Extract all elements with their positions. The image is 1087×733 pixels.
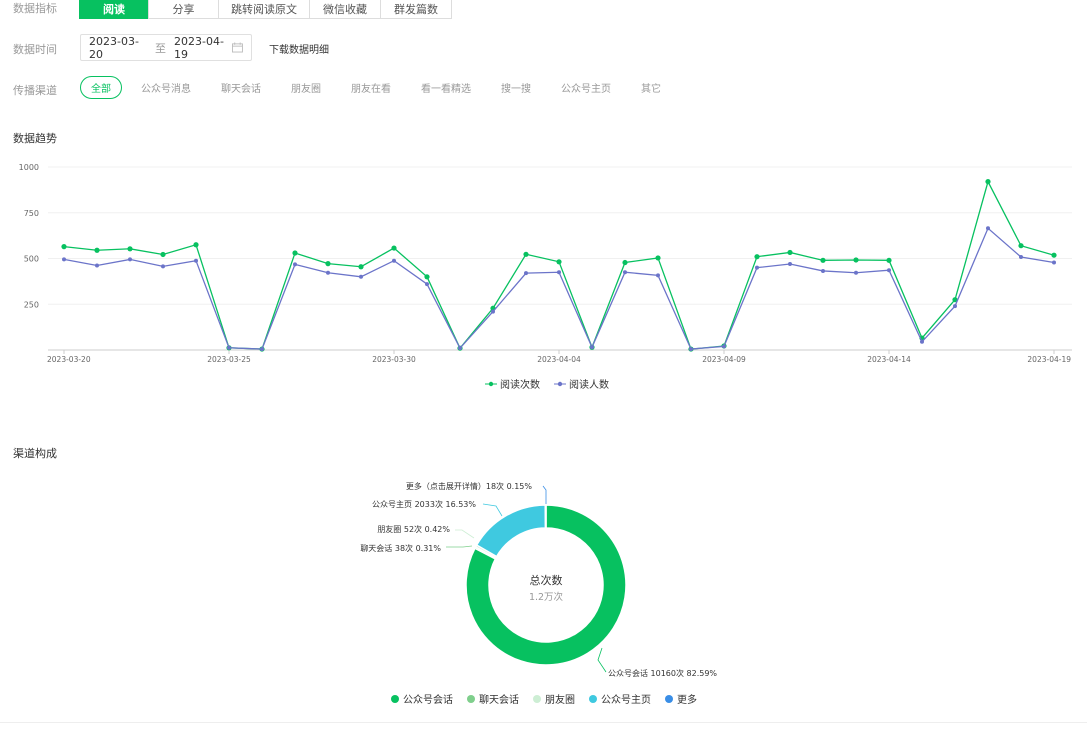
legend-label: 聊天会话 bbox=[479, 695, 519, 706]
legend-item-more[interactable]: 更多 bbox=[665, 691, 697, 706]
donut-slice bbox=[475, 504, 547, 558]
legend-item-moments[interactable]: 朋友圈 bbox=[533, 691, 575, 706]
legend-item-official-session[interactable]: 公众号会话 bbox=[391, 691, 453, 706]
slice-label: 更多（点击展开详情）18次 0.15% bbox=[406, 481, 533, 491]
slice-label-line bbox=[455, 529, 475, 539]
slice-label-line bbox=[482, 503, 503, 517]
slice-label: 聊天会话 38次 0.31% bbox=[360, 543, 441, 553]
slice-label-line bbox=[446, 545, 473, 548]
slice-label-line bbox=[597, 647, 607, 673]
legend-dot bbox=[467, 694, 475, 703]
slice-label: 公众号会话 10160次 82.59% bbox=[608, 668, 717, 678]
channel-donut-chart: 总次数 1.2万次公众号会话 10160次 82.59% 聊天会话 38次 0.31… bbox=[360, 481, 717, 678]
legend-dot bbox=[589, 694, 597, 703]
slice-label: 公众号主页 2033次 16.53% bbox=[372, 499, 476, 509]
slice-label-line bbox=[542, 485, 547, 504]
legend-dot bbox=[533, 694, 541, 703]
legend-item-chat-session[interactable]: 聊天会话 bbox=[467, 691, 519, 706]
legend-dot bbox=[391, 694, 399, 703]
footer-divider bbox=[0, 722, 1087, 723]
legend-label: 公众号会话 bbox=[403, 695, 453, 706]
pie-legend: 公众号会话 聊天会话 朋友圈 公众号主页 更多 bbox=[391, 691, 711, 706]
legend-item-profile[interactable]: 公众号主页 bbox=[589, 691, 651, 706]
slice-label: 朋友圈 52次 0.42% bbox=[377, 524, 450, 534]
legend-dot bbox=[665, 694, 673, 703]
donut-center-title: 总次数 bbox=[530, 573, 563, 587]
legend-label: 朋友圈 bbox=[545, 695, 575, 706]
legend-label: 公众号主页 bbox=[601, 695, 651, 706]
donut-slice bbox=[544, 504, 547, 529]
legend-label: 更多 bbox=[677, 695, 697, 706]
donut-center-value: 1.2万次 bbox=[529, 591, 564, 603]
